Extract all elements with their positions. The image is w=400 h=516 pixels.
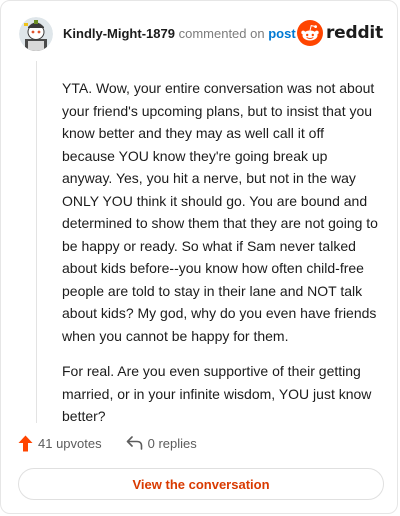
user-avatar[interactable]: [19, 17, 53, 51]
reply-button[interactable]: 0 replies: [126, 436, 197, 451]
thread-line: [36, 61, 37, 423]
reddit-wordmark: reddit: [325, 23, 383, 43]
username-link[interactable]: Kindly-Might-1879: [63, 26, 175, 41]
reply-count: 0 replies: [147, 435, 197, 451]
post-link[interactable]: post: [268, 26, 295, 41]
comment-body: YTA. Wow, your entire conversation was n…: [62, 77, 378, 441]
upvote-count: 41 upvotes: [38, 435, 102, 451]
upvote-button[interactable]: 41 upvotes: [18, 435, 102, 452]
comment-card: Kindly-Might-1879 commented on post redd…: [0, 0, 398, 514]
comment-meta: Kindly-Might-1879 commented on post: [63, 26, 296, 41]
view-conversation-button[interactable]: View the conversation: [18, 468, 384, 500]
comment-actions: 41 upvotes 0 replies: [18, 433, 197, 453]
comment-header: Kindly-Might-1879 commented on post redd…: [17, 15, 385, 55]
comment-paragraph-2: For real. Are you even supportive of the…: [62, 363, 372, 424]
commented-on-text: commented on: [178, 26, 265, 41]
reddit-snoo-icon: [296, 20, 323, 46]
comment-paragraph-1: YTA. Wow, your entire conversation was n…: [62, 80, 378, 344]
reply-arrow-icon: [126, 436, 142, 450]
avatar-image: [19, 17, 53, 51]
reddit-logo[interactable]: reddit: [296, 20, 383, 46]
upvote-arrow-icon: [18, 435, 33, 451]
